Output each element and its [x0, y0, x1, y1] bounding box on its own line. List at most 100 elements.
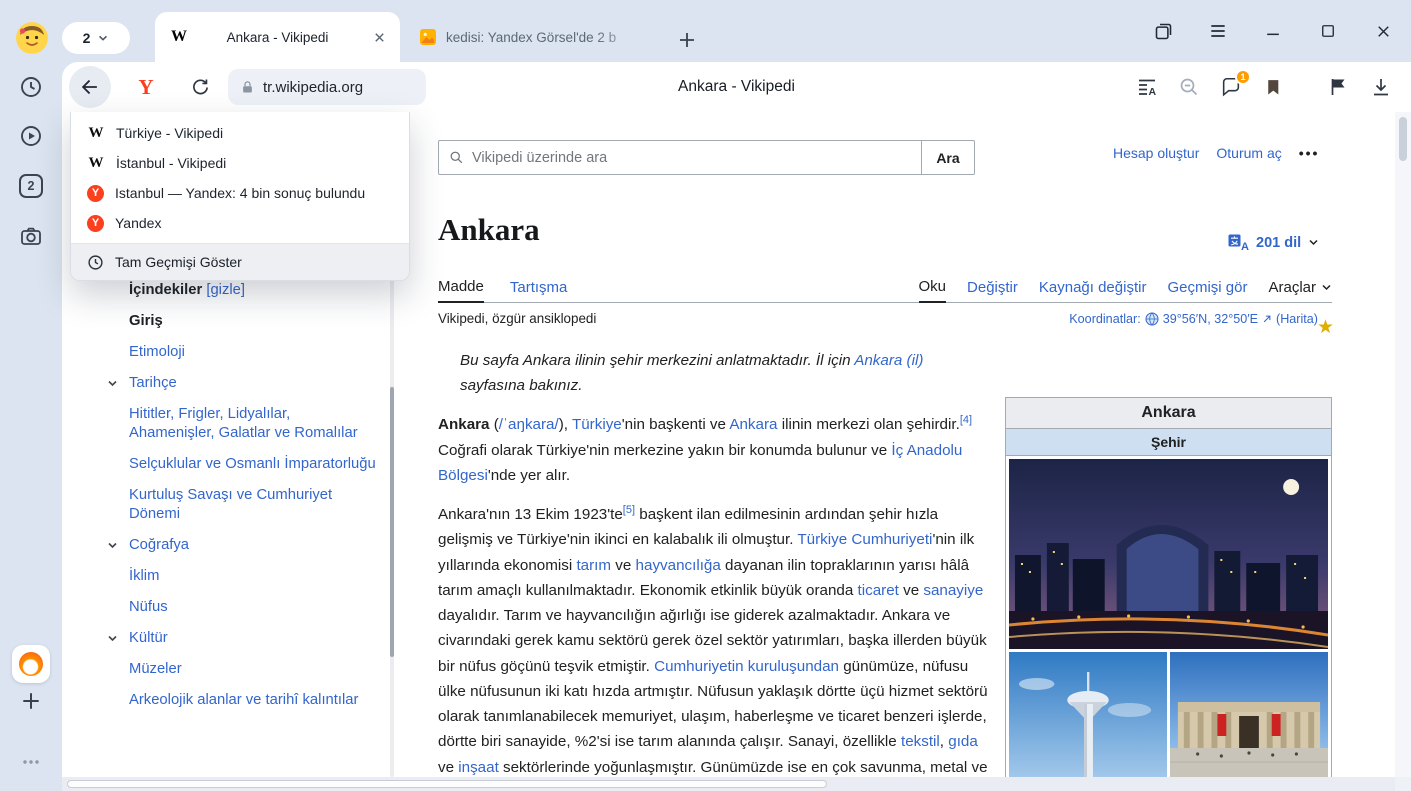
article-link[interactable]: hayvancılığa: [636, 557, 721, 574]
toc-item-kurtulus[interactable]: Kurtuluş Savaşı ve Cumhuriyet Dönemi: [105, 486, 377, 524]
article-link[interactable]: tarım: [576, 557, 611, 574]
featured-article-star[interactable]: ★: [1317, 316, 1334, 339]
infobox-image-atakule[interactable]: [1009, 652, 1167, 777]
tools-menu[interactable]: Araçlar: [1268, 272, 1332, 303]
panels-icon[interactable]: [1151, 19, 1175, 43]
flag-icon[interactable]: [1326, 74, 1352, 100]
history-icon[interactable]: [19, 75, 43, 99]
view-history[interactable]: Geçmişi gör: [1167, 272, 1247, 303]
article-link[interactable]: tekstil: [901, 733, 940, 750]
article-link[interactable]: Türkiye Cumhuriyeti: [797, 531, 932, 548]
table-of-contents: İçindekiler [gizle] Giriş Etimoloji Tari…: [105, 282, 377, 722]
search-input[interactable]: [472, 150, 911, 166]
tools-label: Araçlar: [1268, 279, 1316, 296]
minimize-icon[interactable]: [1261, 19, 1285, 43]
create-account-link[interactable]: Hesap oluştur: [1113, 145, 1199, 161]
article-link[interactable]: gıda: [948, 733, 978, 750]
zoom-icon[interactable]: [1176, 74, 1202, 100]
history-item-istanbul-yandex[interactable]: Y Istanbul — Yandex: 4 bin sonuç bulundu: [71, 178, 409, 208]
toc-scrollbar-thumb[interactable]: [390, 387, 394, 657]
screenshot-camera-icon[interactable]: [19, 224, 43, 248]
yandex-search-button[interactable]: Y: [128, 69, 164, 105]
history-item-label: Yandex: [115, 215, 161, 231]
maximize-icon[interactable]: [1316, 19, 1340, 43]
toc-item-kultur[interactable]: Kültür: [105, 629, 377, 648]
map-link[interactable]: (Harita): [1276, 312, 1318, 326]
chevron-down-icon[interactable]: [107, 633, 118, 644]
view-edit-source[interactable]: Kaynağı değiştir: [1039, 272, 1147, 303]
view-read[interactable]: Oku: [919, 272, 947, 303]
history-item-label: Istanbul — Yandex: 4 bin sonuç bulundu: [115, 185, 365, 201]
toc-item-tarihce[interactable]: Tarihçe: [105, 374, 377, 393]
tab-article[interactable]: Madde: [438, 272, 484, 303]
toc-item-nufus[interactable]: Nüfus: [105, 598, 377, 617]
comments-icon[interactable]: 1: [1218, 74, 1244, 100]
new-tab-button[interactable]: [674, 27, 700, 53]
reference-link[interactable]: [4]: [960, 414, 972, 426]
download-icon[interactable]: [1368, 74, 1394, 100]
toc-label: Coğrafya: [129, 537, 189, 553]
language-selector[interactable]: A 201 dil: [1228, 234, 1319, 251]
search-button[interactable]: Ara: [921, 140, 975, 175]
chevron-down-icon[interactable]: [107, 540, 118, 551]
tab-manager-button[interactable]: 2: [19, 174, 43, 198]
article-link[interactable]: Cumhuriyetin kuruluşundan: [654, 658, 839, 675]
infobox-image-skyline[interactable]: [1009, 459, 1328, 649]
toc-item-hititler[interactable]: Hititler, Frigler, Lidyalılar, Ahamenişl…: [105, 405, 377, 443]
toc-item-etimoloji[interactable]: Etimoloji: [105, 343, 377, 362]
show-full-history[interactable]: Tam Geçmişi Göster: [71, 243, 409, 280]
infobox-image-anitkabir[interactable]: [1170, 652, 1328, 777]
coordinates-value-link[interactable]: 39°56′N, 32°50′E: [1163, 312, 1258, 326]
tab-counter-button[interactable]: 2: [62, 22, 130, 54]
toc-item-giris[interactable]: Giriş: [105, 312, 377, 331]
history-item-istanbul-wiki[interactable]: W İstanbul - Vikipedi: [71, 148, 409, 178]
bookmark-icon[interactable]: [1260, 74, 1286, 100]
horizontal-scrollbar-thumb[interactable]: [67, 780, 827, 788]
reload-button[interactable]: [182, 69, 218, 105]
toc-item-cografya[interactable]: Coğrafya: [105, 536, 377, 555]
article-link[interactable]: /ˈaŋkara/: [499, 416, 559, 433]
article-link[interactable]: Ankara: [729, 416, 777, 433]
rail-more-icon[interactable]: [19, 750, 43, 774]
toc-scrollbar[interactable]: [390, 272, 394, 777]
tab-close-icon[interactable]: [368, 26, 390, 48]
history-item-yandex[interactable]: Y Yandex: [71, 208, 409, 238]
search-box[interactable]: [438, 140, 922, 175]
rail-add-button[interactable]: [19, 689, 43, 713]
article-link[interactable]: Türkiye: [572, 416, 622, 433]
yandex-browser-logo[interactable]: [12, 645, 50, 683]
toc-item-iklim[interactable]: İklim: [105, 567, 377, 586]
history-item-turkiye[interactable]: W Türkiye - Vikipedi: [71, 118, 409, 148]
tab-ankara-vikipedi[interactable]: W Ankara - Vikipedi: [155, 12, 400, 62]
tab-yandex-gorsel[interactable]: kedisi: Yandex Görsel'de 2 b: [402, 12, 664, 62]
profile-avatar[interactable]: [16, 22, 48, 54]
tab-talk[interactable]: Tartışma: [510, 272, 568, 303]
toc-item-selcuklular[interactable]: Selçuklular ve Osmanlı İmparatorluğu: [105, 455, 377, 474]
article-link[interactable]: Ankara (il): [854, 352, 923, 369]
close-icon[interactable]: [1371, 19, 1395, 43]
view-edit[interactable]: Değiştir: [967, 272, 1018, 303]
toc-hide-link[interactable]: [gizle]: [206, 282, 245, 298]
address-bar[interactable]: tr.wikipedia.org: [228, 69, 426, 105]
coordinates-label[interactable]: Koordinatlar:: [1069, 312, 1140, 326]
history-item-label: Türkiye - Vikipedi: [116, 125, 223, 141]
horizontal-scrollbar[interactable]: [62, 777, 1395, 791]
video-play-icon[interactable]: [19, 124, 43, 148]
chevron-down-icon: [1308, 237, 1319, 248]
toc-item-muzeler[interactable]: Müzeler: [105, 660, 377, 679]
article-link[interactable]: sanayiye: [923, 582, 983, 599]
history-item-label: İstanbul - Vikipedi: [116, 155, 226, 171]
login-link[interactable]: Oturum aç: [1216, 145, 1281, 161]
toc-item-arkeolojik[interactable]: Arkeolojik alanlar ve tarihî kalıntılar: [105, 691, 377, 710]
more-menu-icon[interactable]: •••: [1299, 145, 1320, 161]
back-button[interactable]: [69, 66, 111, 108]
reader-mode-icon[interactable]: A: [1134, 74, 1160, 100]
menu-icon[interactable]: [1206, 19, 1230, 43]
article-link[interactable]: ticaret: [858, 582, 899, 599]
reference-link[interactable]: [5]: [623, 504, 635, 516]
article-link[interactable]: inşaat: [458, 759, 499, 776]
vertical-scrollbar-thumb[interactable]: [1399, 117, 1407, 161]
chevron-down-icon[interactable]: [107, 378, 118, 389]
infobox-title: Ankara: [1006, 398, 1331, 429]
vertical-scrollbar[interactable]: [1395, 112, 1411, 777]
